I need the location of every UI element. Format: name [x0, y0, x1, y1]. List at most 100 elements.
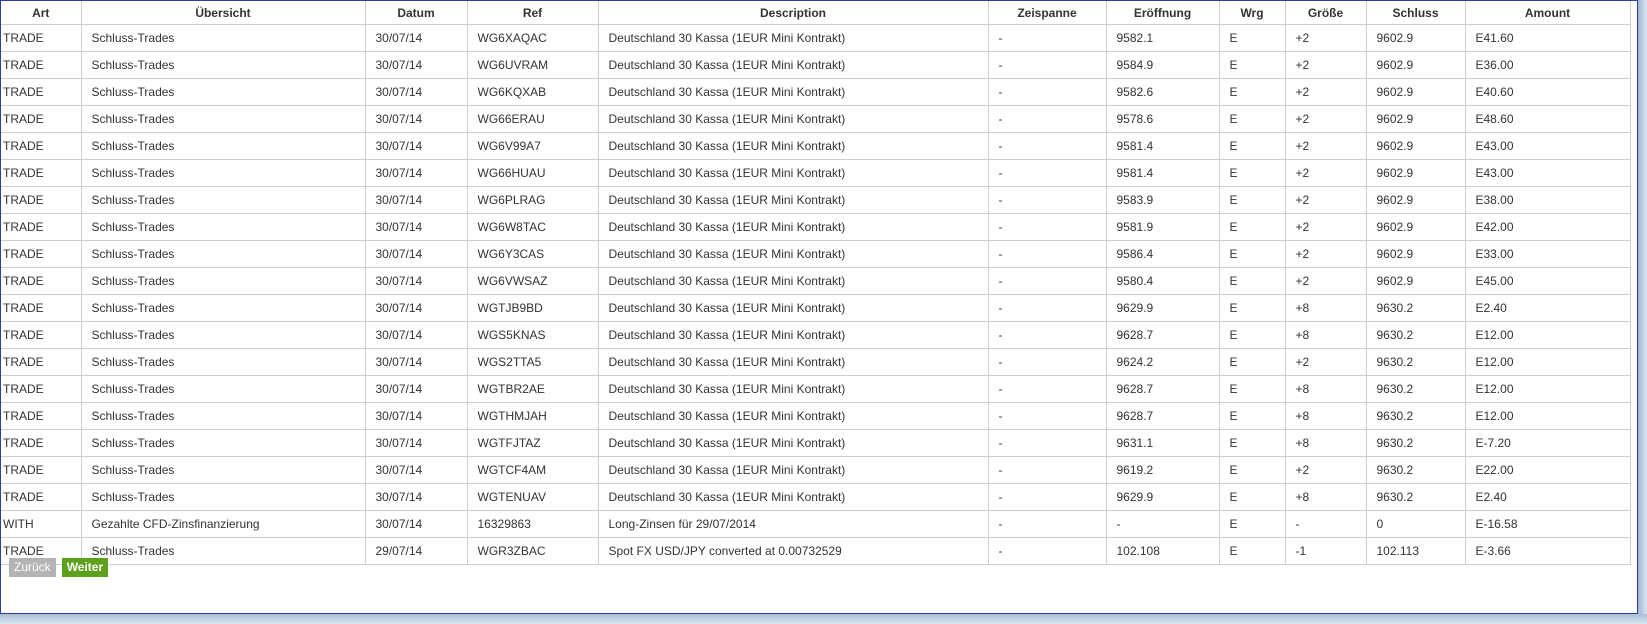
- cell-art: TRADE: [1, 321, 82, 349]
- cell-eroeffnung: 9580.4: [1105, 267, 1220, 295]
- cell-uebersicht: Schluss-Trades: [80, 537, 366, 565]
- cell-datum: 30/07/14: [364, 510, 468, 538]
- cell-zeispanne: -: [987, 105, 1107, 133]
- col-header-zeispanne[interactable]: Zeispanne: [987, 1, 1107, 25]
- cell-ref: WG6Y3CAS: [466, 240, 599, 268]
- cell-ref: WGS5KNAS: [466, 321, 599, 349]
- table-row[interactable]: TRADE Schluss-Trades 30/07/14 WGTENUAV Deuts…: [1, 483, 1631, 511]
- cell-groesse: +2: [1284, 240, 1367, 268]
- table-row[interactable]: TRADE Schluss-Trades 30/07/14 WGTJB9BD Deuts…: [1, 294, 1631, 322]
- cell-wrg: E: [1218, 402, 1286, 430]
- cell-amount: E33.00: [1464, 240, 1631, 268]
- table-row[interactable]: TRADE Schluss-Trades 30/07/14 WG6V99A7 Deuts…: [1, 132, 1631, 160]
- col-header-uebersicht[interactable]: Übersicht: [80, 1, 366, 25]
- table-row[interactable]: TRADE Schluss-Trades 30/07/14 WG66HUAU Deuts…: [1, 159, 1631, 187]
- cell-datum: 30/07/14: [364, 51, 468, 79]
- cell-amount: E12.00: [1464, 402, 1631, 430]
- table-row[interactable]: TRADE Schluss-Trades 30/07/14 WGS5KNAS Deuts…: [1, 321, 1631, 349]
- cell-zeispanne: -: [987, 159, 1107, 187]
- cell-groesse: +2: [1284, 456, 1367, 484]
- cell-description: Deutschland 30 Kassa (1EUR Mini Kontrakt…: [597, 267, 989, 295]
- cell-eroeffnung: 102.108: [1105, 537, 1220, 565]
- cell-wrg: E: [1218, 348, 1286, 376]
- col-header-amount[interactable]: Amount: [1464, 1, 1631, 25]
- cell-description: Deutschland 30 Kassa (1EUR Mini Kontrakt…: [597, 348, 989, 376]
- cell-amount: E22.00: [1464, 456, 1631, 484]
- table-row[interactable]: WITH Gezahlte CFD-Zinsfinanzierung 30/07/1…: [1, 510, 1631, 538]
- table-row[interactable]: TRADE Schluss-Trades 30/07/14 WG6Y3CAS Deuts…: [1, 240, 1631, 268]
- cell-schluss: 9602.9: [1365, 186, 1466, 214]
- cell-wrg: E: [1218, 78, 1286, 106]
- cell-uebersicht: Schluss-Trades: [80, 483, 366, 511]
- pagination: Zurück Weiter: [9, 558, 109, 577]
- cell-description: Deutschland 30 Kassa (1EUR Mini Kontrakt…: [597, 429, 989, 457]
- cell-groesse: +8: [1284, 321, 1367, 349]
- cell-zeispanne: -: [987, 213, 1107, 241]
- table-row[interactable]: TRADE Schluss-Trades 30/07/14 WGTHMJAH Deuts…: [1, 402, 1631, 430]
- col-header-wrg[interactable]: Wrg: [1218, 1, 1286, 25]
- cell-uebersicht: Schluss-Trades: [80, 429, 366, 457]
- cell-schluss: 9602.9: [1365, 132, 1466, 160]
- cell-datum: 30/07/14: [364, 456, 468, 484]
- cell-datum: 30/07/14: [364, 240, 468, 268]
- table-row[interactable]: TRADE Schluss-Trades 30/07/14 WG6PLRAG Deuts…: [1, 186, 1631, 214]
- cell-amount: E12.00: [1464, 321, 1631, 349]
- cell-art: TRADE: [1, 186, 82, 214]
- cell-zeispanne: -: [987, 51, 1107, 79]
- back-button[interactable]: Zurück: [9, 558, 56, 577]
- cell-groesse: -1: [1284, 537, 1367, 565]
- cell-groesse: +2: [1284, 105, 1367, 133]
- cell-datum: 30/07/14: [364, 348, 468, 376]
- table-row[interactable]: TRADE Schluss-Trades 30/07/14 WGS2TTA5 Deuts…: [1, 348, 1631, 376]
- cell-datum: 30/07/14: [364, 483, 468, 511]
- cell-art: TRADE: [1, 159, 82, 187]
- col-header-datum[interactable]: Datum: [364, 1, 468, 25]
- table-row[interactable]: TRADE Schluss-Trades 29/07/14 WGR3ZBAC Spot …: [1, 537, 1631, 565]
- cell-uebersicht: Schluss-Trades: [80, 375, 366, 403]
- cell-ref: WGTENUAV: [466, 483, 599, 511]
- table-row[interactable]: TRADE Schluss-Trades 30/07/14 WGTFJTAZ Deuts…: [1, 429, 1631, 457]
- cell-datum: 30/07/14: [364, 213, 468, 241]
- cell-description: Deutschland 30 Kassa (1EUR Mini Kontrakt…: [597, 132, 989, 160]
- table-row[interactable]: TRADE Schluss-Trades 30/07/14 WG6KQXAB Deuts…: [1, 78, 1631, 106]
- table-row[interactable]: TRADE Schluss-Trades 30/07/14 WG66ERAU Deuts…: [1, 105, 1631, 133]
- col-header-art[interactable]: Art: [1, 1, 82, 25]
- cell-zeispanne: -: [987, 321, 1107, 349]
- table-row[interactable]: TRADE Schluss-Trades 30/07/14 WGTBR2AE Deuts…: [1, 375, 1631, 403]
- cell-amount: E43.00: [1464, 132, 1631, 160]
- cell-description: Deutschland 30 Kassa (1EUR Mini Kontrakt…: [597, 105, 989, 133]
- cell-datum: 30/07/14: [364, 294, 468, 322]
- cell-ref: WGTHMJAH: [466, 402, 599, 430]
- table-row[interactable]: TRADE Schluss-Trades 30/07/14 WG6UVRAM Deuts…: [1, 51, 1631, 79]
- cell-amount: E40.60: [1464, 78, 1631, 106]
- col-header-groesse[interactable]: Größe: [1284, 1, 1367, 25]
- cell-art: TRADE: [1, 132, 82, 160]
- cell-ref: WG6VWSAZ: [466, 267, 599, 295]
- cell-datum: 30/07/14: [364, 24, 468, 52]
- cell-ref: WG66HUAU: [466, 159, 599, 187]
- col-header-eroeffnung[interactable]: Eröffnung: [1105, 1, 1220, 25]
- col-header-ref[interactable]: Ref: [466, 1, 599, 25]
- table-row[interactable]: TRADE Schluss-Trades 30/07/14 WG6XAQAC Deuts…: [1, 24, 1631, 52]
- cell-schluss: 9630.2: [1365, 483, 1466, 511]
- cell-ref: WG66ERAU: [466, 105, 599, 133]
- cell-groesse: +8: [1284, 429, 1367, 457]
- cell-art: TRADE: [1, 213, 82, 241]
- cell-groesse: +2: [1284, 267, 1367, 295]
- table-row[interactable]: TRADE Schluss-Trades 30/07/14 WG6W8TAC Deuts…: [1, 213, 1631, 241]
- col-header-schluss[interactable]: Schluss: [1365, 1, 1466, 25]
- cell-groesse: +2: [1284, 159, 1367, 187]
- cell-eroeffnung: 9581.4: [1105, 132, 1220, 160]
- cell-eroeffnung: 9578.6: [1105, 105, 1220, 133]
- cell-uebersicht: Schluss-Trades: [80, 186, 366, 214]
- cell-datum: 30/07/14: [364, 321, 468, 349]
- table-row[interactable]: TRADE Schluss-Trades 30/07/14 WG6VWSAZ Deuts…: [1, 267, 1631, 295]
- cell-groesse: +2: [1284, 78, 1367, 106]
- next-button[interactable]: Weiter: [61, 558, 109, 577]
- cell-description: Spot FX USD/JPY converted at 0.00732529: [597, 537, 989, 565]
- cell-schluss: 9602.9: [1365, 267, 1466, 295]
- table-row[interactable]: TRADE Schluss-Trades 30/07/14 WGTCF4AM Deuts…: [1, 456, 1631, 484]
- cell-art: TRADE: [1, 240, 82, 268]
- col-header-description[interactable]: Description: [597, 1, 989, 25]
- cell-eroeffnung: 9628.7: [1105, 402, 1220, 430]
